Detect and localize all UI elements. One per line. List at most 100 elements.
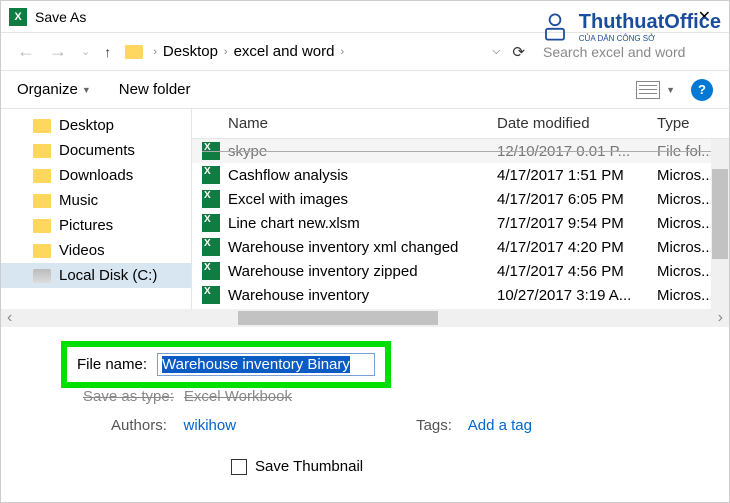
filename-label: File name: bbox=[77, 356, 147, 373]
folder-icon bbox=[33, 244, 51, 258]
refresh-icon[interactable]: ⟳ bbox=[506, 43, 531, 61]
sidebar-item-local-disk[interactable]: Local Disk (C:) bbox=[1, 263, 191, 288]
scroll-left-icon[interactable]: ‹ bbox=[1, 309, 18, 327]
dropdown-icon[interactable]: ▼ bbox=[666, 85, 675, 95]
sidebar-item-label: Pictures bbox=[59, 217, 113, 234]
excel-file-icon bbox=[202, 166, 220, 184]
file-name: Excel with images bbox=[228, 191, 497, 208]
savetype-value: Excel Workbook bbox=[184, 388, 292, 405]
file-date: 7/17/2017 9:54 PM bbox=[497, 215, 657, 232]
sidebar-item-desktop[interactable]: Desktop bbox=[1, 113, 191, 138]
filename-input[interactable]: Warehouse inventory Binary bbox=[157, 353, 375, 376]
folder-icon bbox=[33, 169, 51, 183]
file-row[interactable]: Line chart new.xlsm7/17/2017 9:54 PMMicr… bbox=[192, 211, 729, 235]
file-row[interactable]: Cashflow analysis4/17/2017 1:51 PMMicros… bbox=[192, 163, 729, 187]
vertical-scrollbar[interactable] bbox=[711, 139, 729, 309]
file-name: Line chart new.xlsm bbox=[228, 215, 497, 232]
filename-value: Warehouse inventory Binary bbox=[162, 356, 350, 373]
file-type: File fol... bbox=[657, 143, 717, 160]
excel-file-icon bbox=[202, 238, 220, 256]
file-type: Micros... bbox=[657, 167, 717, 184]
file-row[interactable]: skype12/10/2017 0.01 P...File fol... bbox=[192, 139, 729, 163]
file-name: Warehouse inventory zipped bbox=[228, 263, 497, 280]
file-type: Micros... bbox=[657, 191, 717, 208]
sidebar-item-label: Desktop bbox=[59, 117, 114, 134]
excel-file-icon bbox=[202, 286, 220, 304]
file-name: Warehouse inventory xml changed bbox=[228, 239, 497, 256]
file-row[interactable]: Warehouse inventory xml changed4/17/2017… bbox=[192, 235, 729, 259]
file-date: 12/10/2017 0.01 P... bbox=[497, 143, 657, 160]
organize-label: Organize bbox=[17, 81, 78, 98]
excel-file-icon bbox=[202, 262, 220, 280]
breadcrumb-separator: › bbox=[224, 46, 228, 58]
file-list: skype12/10/2017 0.01 P...File fol... Cas… bbox=[192, 139, 729, 307]
file-pane: Name Date modified Type skype12/10/2017 … bbox=[191, 109, 729, 309]
scrollbar-thumb[interactable] bbox=[712, 169, 728, 259]
file-name: Cashflow analysis bbox=[228, 167, 497, 184]
close-button[interactable]: ✕ bbox=[688, 7, 721, 27]
recent-dropdown-icon[interactable]: ⌄ bbox=[77, 45, 94, 58]
file-name: skype bbox=[228, 143, 497, 160]
breadcrumb-item[interactable]: Desktop bbox=[163, 43, 218, 60]
sidebar-item-label: Music bbox=[59, 192, 98, 209]
sidebar-item-label: Local Disk (C:) bbox=[59, 267, 157, 284]
horizontal-scrollbar[interactable]: ‹ › bbox=[1, 309, 729, 327]
file-type: Micros... bbox=[657, 287, 717, 304]
sidebar-item-music[interactable]: Music bbox=[1, 188, 191, 213]
back-arrow-icon[interactable]: ← bbox=[13, 41, 39, 62]
column-type[interactable]: Type bbox=[657, 115, 717, 132]
file-type: Micros... bbox=[657, 263, 717, 280]
new-folder-button[interactable]: New folder bbox=[119, 81, 191, 98]
save-thumbnail-row[interactable]: Save Thumbnail bbox=[61, 434, 701, 475]
save-thumbnail-checkbox[interactable] bbox=[231, 459, 247, 475]
breadcrumb-dropdown-icon[interactable]: ⌵ bbox=[492, 45, 500, 58]
dropdown-icon: ▼ bbox=[82, 85, 91, 95]
scroll-right-icon[interactable]: › bbox=[712, 309, 729, 327]
sidebar-item-downloads[interactable]: Downloads bbox=[1, 163, 191, 188]
sidebar-item-videos[interactable]: Videos bbox=[1, 238, 191, 263]
form-area: File name: Warehouse inventory Binary Sa… bbox=[1, 327, 729, 485]
column-date[interactable]: Date modified bbox=[497, 115, 657, 132]
authors-value[interactable]: wikihow bbox=[184, 417, 237, 434]
breadcrumb[interactable]: Desktop › excel and word › bbox=[163, 43, 486, 60]
folder-icon bbox=[33, 119, 51, 133]
up-arrow-icon[interactable]: ↑ bbox=[100, 44, 115, 60]
filename-highlight: File name: Warehouse inventory Binary bbox=[61, 341, 391, 388]
file-row[interactable]: Warehouse inventory10/27/2017 3:19 A...M… bbox=[192, 283, 729, 307]
nav-bar: ← → ⌄ ↑ › Desktop › excel and word › ⌵ ⟳… bbox=[1, 33, 729, 71]
file-type: Micros... bbox=[657, 215, 717, 232]
file-row[interactable]: Warehouse inventory zipped4/17/2017 4:56… bbox=[192, 259, 729, 283]
file-list-header: Name Date modified Type bbox=[192, 109, 729, 139]
savetype-label: Save as type: bbox=[83, 388, 174, 405]
save-thumbnail-label: Save Thumbnail bbox=[255, 458, 363, 475]
sidebar: Desktop Documents Downloads Music Pictur… bbox=[1, 109, 191, 309]
file-row[interactable]: Excel with images4/17/2017 6:05 PMMicros… bbox=[192, 187, 729, 211]
sidebar-item-documents[interactable]: Documents bbox=[1, 138, 191, 163]
forward-arrow-icon[interactable]: → bbox=[45, 41, 71, 62]
sidebar-item-label: Downloads bbox=[59, 167, 133, 184]
tags-value[interactable]: Add a tag bbox=[468, 417, 532, 434]
title-bar: Save As ✕ bbox=[1, 1, 729, 33]
folder-icon bbox=[33, 194, 51, 208]
save-as-type-row[interactable]: Save as type: Excel Workbook bbox=[61, 384, 701, 405]
search-input[interactable]: Search excel and word bbox=[537, 42, 717, 62]
excel-file-icon bbox=[202, 214, 220, 232]
folder-icon bbox=[33, 219, 51, 233]
breadcrumb-item[interactable]: excel and word bbox=[234, 43, 335, 60]
column-name[interactable]: Name bbox=[228, 115, 497, 132]
file-date: 10/27/2017 3:19 A... bbox=[497, 287, 657, 304]
sidebar-item-pictures[interactable]: Pictures bbox=[1, 213, 191, 238]
tags-label: Tags: bbox=[416, 417, 452, 434]
file-type: Micros... bbox=[657, 239, 717, 256]
help-icon[interactable]: ? bbox=[691, 79, 713, 101]
authors-label: Authors: bbox=[111, 417, 167, 434]
view-options-icon[interactable] bbox=[636, 81, 660, 99]
organize-button[interactable]: Organize ▼ bbox=[17, 81, 91, 98]
window-title: Save As bbox=[35, 9, 688, 25]
scrollbar-thumb[interactable] bbox=[238, 311, 438, 325]
breadcrumb-separator: › bbox=[341, 46, 345, 58]
excel-file-icon bbox=[202, 190, 220, 208]
file-date: 4/17/2017 6:05 PM bbox=[497, 191, 657, 208]
sidebar-item-label: Videos bbox=[59, 242, 105, 259]
sidebar-item-label: Documents bbox=[59, 142, 135, 159]
